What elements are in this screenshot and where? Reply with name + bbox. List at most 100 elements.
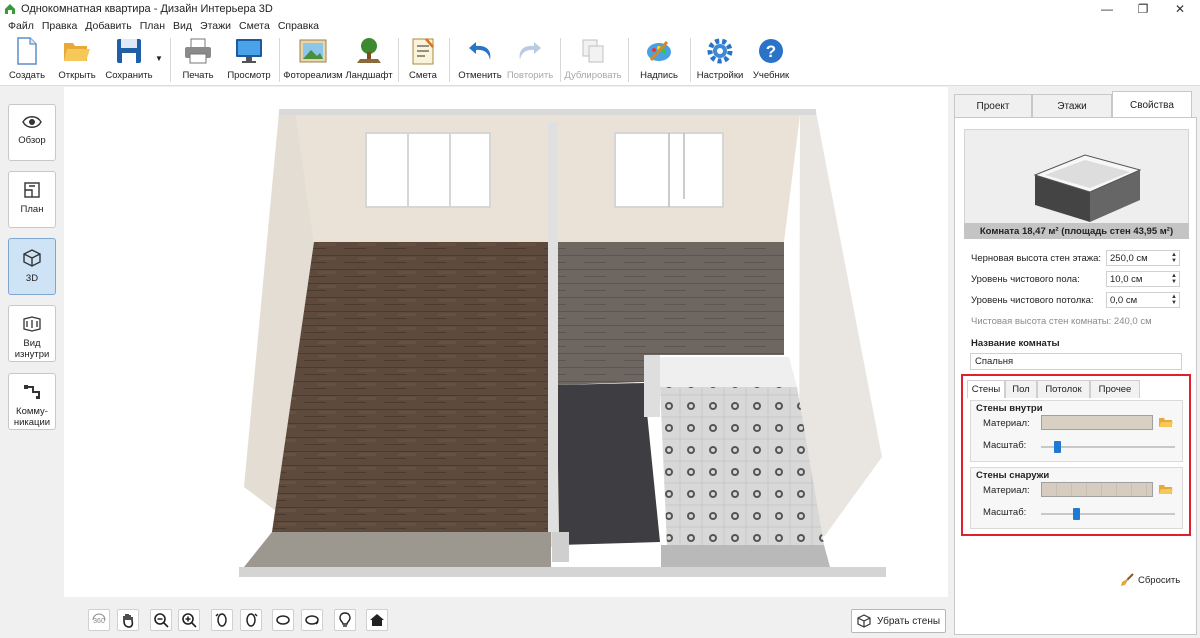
tab-ceiling[interactable]: Потолок bbox=[1037, 380, 1090, 398]
inner-material-label: Материал: bbox=[983, 418, 1030, 429]
main-toolbar: Создать Открыть Сохранить ▼ Печать Просм… bbox=[0, 34, 1200, 86]
floppy-disk-icon bbox=[117, 39, 141, 63]
rotate-right-icon bbox=[246, 613, 258, 627]
svg-text:360: 360 bbox=[93, 618, 105, 625]
sidebar-plan-button[interactable]: План bbox=[8, 171, 56, 228]
settings-button[interactable]: Настройки bbox=[697, 36, 743, 84]
home-view-button[interactable] bbox=[366, 609, 388, 631]
lighting-button[interactable] bbox=[334, 609, 356, 631]
pipes-icon bbox=[24, 385, 40, 399]
menu-plan[interactable]: План bbox=[136, 20, 169, 32]
tilt-down-button[interactable] bbox=[301, 609, 323, 631]
inner-scale-label: Масштаб: bbox=[983, 440, 1027, 451]
pan-button[interactable] bbox=[117, 609, 139, 631]
sidebar-inside-view-button[interactable]: Вид изнутри bbox=[8, 305, 56, 362]
outer-scale-label: Масштаб: bbox=[983, 507, 1027, 518]
plan-icon bbox=[24, 182, 40, 198]
rotate-360-button[interactable]: 360 bbox=[88, 609, 110, 631]
redo-arrow-icon bbox=[519, 42, 541, 60]
undo-button[interactable]: Отменить bbox=[458, 36, 502, 84]
spinner-icon[interactable]: ▲ ▼ bbox=[1171, 252, 1177, 264]
redo-button[interactable]: Повторить bbox=[506, 36, 554, 84]
tab-walls[interactable]: Стены bbox=[967, 380, 1005, 398]
menu-file[interactable]: Файл bbox=[4, 20, 38, 32]
paint-brush-icon bbox=[647, 41, 671, 61]
zoom-in-button[interactable] bbox=[178, 609, 200, 631]
photorealism-button[interactable]: Фотореализм bbox=[283, 36, 343, 84]
broom-icon bbox=[1121, 573, 1134, 586]
toolbar-separator bbox=[560, 38, 561, 82]
landscape-button[interactable]: Ландшафт bbox=[345, 36, 393, 84]
room-area-caption: Комната 18,47 м² (площадь стен 43,95 м²) bbox=[964, 223, 1189, 239]
ceiling-level-input[interactable]: 0,0 см ▲ ▼ bbox=[1106, 292, 1180, 308]
tab-floors[interactable]: Этажи bbox=[1032, 94, 1112, 118]
menu-bar: Файл Правка Добавить План Вид Этажи Смет… bbox=[0, 18, 1200, 34]
outer-material-label: Материал: bbox=[983, 485, 1030, 496]
create-button[interactable]: Создать bbox=[8, 36, 46, 84]
reset-button[interactable]: Сбросить bbox=[1120, 573, 1180, 587]
floor-level-label: Уровень чистового пола: bbox=[971, 274, 1080, 285]
save-dropdown-icon[interactable]: ▼ bbox=[155, 54, 163, 63]
outer-walls-group: Стены снаружи Материал: Масштаб: bbox=[970, 467, 1183, 529]
folder-icon[interactable] bbox=[1159, 484, 1173, 495]
sidebar-utilities-button[interactable]: Комму-никации bbox=[8, 373, 56, 430]
duplicate-button[interactable]: Дублировать bbox=[564, 36, 622, 84]
spinner-icon[interactable]: ▲ ▼ bbox=[1171, 273, 1177, 285]
outer-scale-slider[interactable] bbox=[1041, 513, 1175, 515]
floor-level-input[interactable]: 10,0 см ▲ ▼ bbox=[1106, 271, 1180, 287]
toolbar-separator bbox=[449, 38, 450, 82]
maximize-button[interactable]: ❐ bbox=[1123, 0, 1163, 18]
rotate-right-button[interactable] bbox=[240, 609, 262, 631]
sidebar-overview-button[interactable]: Обзор bbox=[8, 104, 56, 161]
inner-walls-title: Стены внутри bbox=[976, 403, 1043, 414]
tab-other[interactable]: Прочее bbox=[1090, 380, 1140, 398]
svg-text:?: ? bbox=[766, 42, 776, 61]
preview-button[interactable]: Просмотр bbox=[227, 36, 271, 84]
room-name-input[interactable]: Спальня bbox=[970, 353, 1182, 370]
3d-viewport[interactable] bbox=[64, 87, 948, 597]
estimate-button[interactable]: Смета bbox=[407, 36, 439, 84]
close-button[interactable]: ✕ bbox=[1160, 0, 1200, 18]
menu-floors[interactable]: Этажи bbox=[196, 20, 235, 32]
remove-walls-button[interactable]: Убрать стены bbox=[851, 609, 946, 633]
room-inside-icon bbox=[23, 316, 41, 332]
properties-body: Комната 18,47 м² (площадь стен 43,95 м²)… bbox=[954, 117, 1197, 635]
zoom-in-icon bbox=[182, 613, 197, 628]
folder-icon[interactable] bbox=[1159, 417, 1173, 428]
inner-walls-group: Стены внутри Материал: Масштаб: bbox=[970, 400, 1183, 462]
menu-view[interactable]: Вид bbox=[169, 20, 196, 32]
spinner-icon[interactable]: ▲ ▼ bbox=[1171, 294, 1177, 306]
zoom-out-button[interactable] bbox=[150, 609, 172, 631]
save-button[interactable]: Сохранить bbox=[105, 36, 153, 84]
app-logo-icon bbox=[5, 4, 15, 14]
menu-help[interactable]: Справка bbox=[274, 20, 323, 32]
outer-scale-thumb[interactable] bbox=[1072, 508, 1080, 520]
rotate-left-button[interactable] bbox=[211, 609, 233, 631]
rough-height-label: Черновая высота стен этажа: bbox=[971, 253, 1102, 264]
outer-material-swatch[interactable] bbox=[1041, 482, 1153, 497]
minimize-button[interactable]: — bbox=[1087, 0, 1127, 18]
tilt-up-button[interactable] bbox=[272, 609, 294, 631]
rough-height-input[interactable]: 250,0 см ▲ ▼ bbox=[1106, 250, 1180, 266]
tab-properties[interactable]: Свойства bbox=[1112, 91, 1192, 118]
menu-estimate[interactable]: Смета bbox=[235, 20, 274, 32]
menu-add[interactable]: Добавить bbox=[81, 20, 135, 32]
menu-edit[interactable]: Правка bbox=[38, 20, 81, 32]
inner-scale-slider[interactable] bbox=[1041, 446, 1175, 448]
tab-project[interactable]: Проект bbox=[954, 94, 1032, 118]
properties-panel: Проект Этажи Свойства Комната 18,47 м² (… bbox=[950, 87, 1200, 638]
open-button[interactable]: Открыть bbox=[57, 36, 97, 84]
inner-material-swatch[interactable] bbox=[1041, 415, 1153, 430]
toolbar-separator bbox=[398, 38, 399, 82]
inner-scale-thumb[interactable] bbox=[1054, 441, 1062, 453]
tutorial-button[interactable]: ? Учебник bbox=[752, 36, 790, 84]
tab-floor[interactable]: Пол bbox=[1005, 380, 1037, 398]
gear-icon bbox=[707, 38, 733, 64]
toolbar-separator bbox=[628, 38, 629, 82]
caption-button[interactable]: Надпись bbox=[639, 36, 679, 84]
tree-icon bbox=[357, 38, 381, 63]
walls-cube-icon bbox=[857, 614, 871, 628]
sidebar-3d-button[interactable]: 3D bbox=[8, 238, 56, 295]
room-box-icon bbox=[1033, 154, 1142, 222]
print-button[interactable]: Печать bbox=[180, 36, 216, 84]
